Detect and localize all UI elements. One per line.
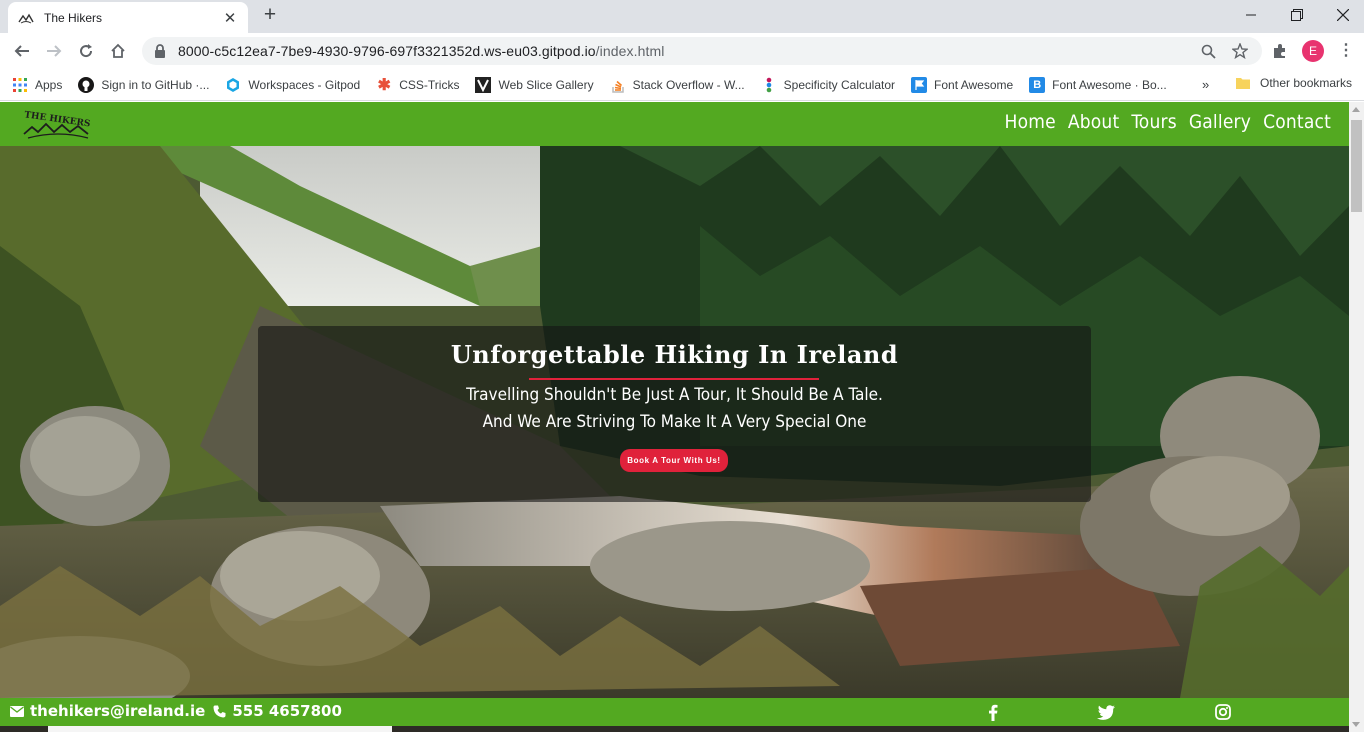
address-bar[interactable]: 8000-c5c12ea7-7be9-4930-9796-697f3321352… <box>142 37 1262 65</box>
next-section-peek <box>0 726 1349 732</box>
bookmarks-overflow-chevron[interactable]: » <box>1202 77 1209 92</box>
minimize-window-icon[interactable] <box>1228 0 1274 30</box>
book-tour-button[interactable]: Book A Tour With Us! <box>620 449 728 472</box>
bookmark-label: Font Awesome · Bo... <box>1052 77 1167 92</box>
envelope-icon <box>10 705 24 717</box>
nav-about[interactable]: About <box>1068 111 1120 133</box>
tab-close-icon[interactable]: ✕ <box>222 9 238 27</box>
bookmark-css-tricks[interactable]: ✱ CSS-Tricks <box>376 76 460 94</box>
scrollbar-thumb[interactable] <box>1351 120 1362 212</box>
new-tab-button[interactable]: + <box>258 4 282 28</box>
home-icon[interactable] <box>106 39 130 63</box>
hikers-logo[interactable]: THE HIKERS <box>22 110 94 140</box>
bookmark-label: Apps <box>35 77 63 92</box>
bookmark-stackoverflow[interactable]: Stack Overflow - W... <box>610 77 745 93</box>
site-navbar: THE HIKERS Home About Tours Gallery Cont… <box>0 102 1349 146</box>
profile-avatar[interactable]: E <box>1302 40 1324 62</box>
url-text: 8000-c5c12ea7-7be9-4930-9796-697f3321352… <box>178 43 665 59</box>
scroll-up-arrow-icon[interactable] <box>1352 107 1360 112</box>
hero-image: Unforgettable Hiking In Ireland Travelli… <box>0 146 1349 698</box>
bookmark-gitpod[interactable]: Workspaces - Gitpod <box>225 77 360 93</box>
footer-phone[interactable]: 555 4657800 <box>232 702 342 720</box>
main-nav: Home About Tours Gallery Contact <box>993 111 1331 133</box>
specificity-icon <box>761 77 777 93</box>
twitter-icon[interactable] <box>1097 703 1115 721</box>
bookmark-label: Sign in to GitHub ·... <box>101 77 210 92</box>
zoom-magnifier-icon[interactable] <box>1198 41 1218 61</box>
browser-tab[interactable]: The Hikers ✕ <box>8 2 248 33</box>
stackoverflow-icon <box>610 77 626 93</box>
footer-contact: thehikers@ireland.ie 555 4657800 <box>10 702 350 720</box>
other-bookmarks-label: Other bookmarks <box>1260 76 1353 90</box>
bookmark-label: Stack Overflow - W... <box>632 77 745 92</box>
hikers-favicon-icon <box>18 10 34 26</box>
css-tricks-icon: ✱ <box>377 76 391 94</box>
bookmark-label: Specificity Calculator <box>783 77 896 92</box>
browser-menu-icon[interactable]: ⋮ <box>1338 40 1354 62</box>
hero-subtitle-line1: Travelling Shouldn't Be Just A Tour, It … <box>466 385 883 405</box>
nav-gallery[interactable]: Gallery <box>1189 111 1251 133</box>
reload-icon[interactable] <box>74 39 98 63</box>
bookmark-label: Web Slice Gallery <box>498 77 594 92</box>
svg-text:THE HIKERS: THE HIKERS <box>24 110 91 129</box>
web-slice-icon <box>475 76 492 93</box>
github-icon <box>78 76 95 93</box>
bookmark-font-awesome-bootstrap[interactable]: B Font Awesome · Bo... <box>1029 76 1167 93</box>
bookmark-font-awesome[interactable]: Font Awesome <box>911 76 1014 93</box>
restore-window-icon[interactable] <box>1274 0 1320 30</box>
tab-title: The Hikers <box>44 10 103 25</box>
browser-toolbar: 8000-c5c12ea7-7be9-4930-9796-697f3321352… <box>0 33 1364 69</box>
other-bookmarks-folder[interactable]: Other bookmarks <box>1236 75 1352 91</box>
bookmark-apps[interactable]: Apps <box>12 77 62 93</box>
site-footer: thehikers@ireland.ie 555 4657800 <box>0 698 1349 726</box>
close-window-icon[interactable] <box>1320 0 1364 30</box>
phone-icon <box>213 705 226 718</box>
forward-arrow-icon[interactable] <box>42 39 66 63</box>
facebook-icon[interactable] <box>984 703 1002 721</box>
bookmark-web-slice[interactable]: Web Slice Gallery <box>475 76 594 93</box>
bookmark-specificity[interactable]: Specificity Calculator <box>761 77 895 93</box>
hero-overlay-card: Unforgettable Hiking In Ireland Travelli… <box>258 326 1091 502</box>
bookmarks-bar: Apps Sign in to GitHub ·... Workspaces -… <box>0 69 1364 101</box>
gitpod-icon <box>225 77 241 93</box>
folder-icon <box>1236 75 1252 91</box>
font-awesome-flag-icon <box>911 76 928 93</box>
nav-contact[interactable]: Contact <box>1263 111 1331 133</box>
nav-tours[interactable]: Tours <box>1131 111 1176 133</box>
bookmark-label: CSS-Tricks <box>399 77 460 92</box>
bookmark-star-icon[interactable] <box>1230 41 1250 61</box>
apps-grid-icon <box>12 77 28 93</box>
scroll-down-arrow-icon[interactable] <box>1352 722 1360 727</box>
page-viewport: Unforgettable Hiking In Ireland Travelli… <box>0 102 1349 732</box>
page-scrollbar[interactable] <box>1349 102 1364 732</box>
nav-home[interactable]: Home <box>1005 111 1056 133</box>
bookmark-github[interactable]: Sign in to GitHub ·... <box>78 76 210 93</box>
bookmark-label: Workspaces - Gitpod <box>248 77 361 92</box>
back-arrow-icon[interactable] <box>10 39 34 63</box>
browser-tabstrip: The Hikers ✕ + <box>0 0 1364 33</box>
bookmark-label: Font Awesome <box>934 77 1014 92</box>
extensions-puzzle-icon[interactable] <box>1270 41 1290 61</box>
bootstrap-b-icon: B <box>1029 76 1046 93</box>
hero-subtitle-line2: And We Are Striving To Make It A Very Sp… <box>482 412 867 432</box>
hero-title-underline <box>529 378 819 380</box>
instagram-icon[interactable] <box>1214 703 1232 721</box>
hero-title: Unforgettable Hiking In Ireland <box>450 340 899 369</box>
footer-email[interactable]: thehikers@ireland.ie <box>30 702 205 720</box>
lock-icon <box>154 44 168 58</box>
